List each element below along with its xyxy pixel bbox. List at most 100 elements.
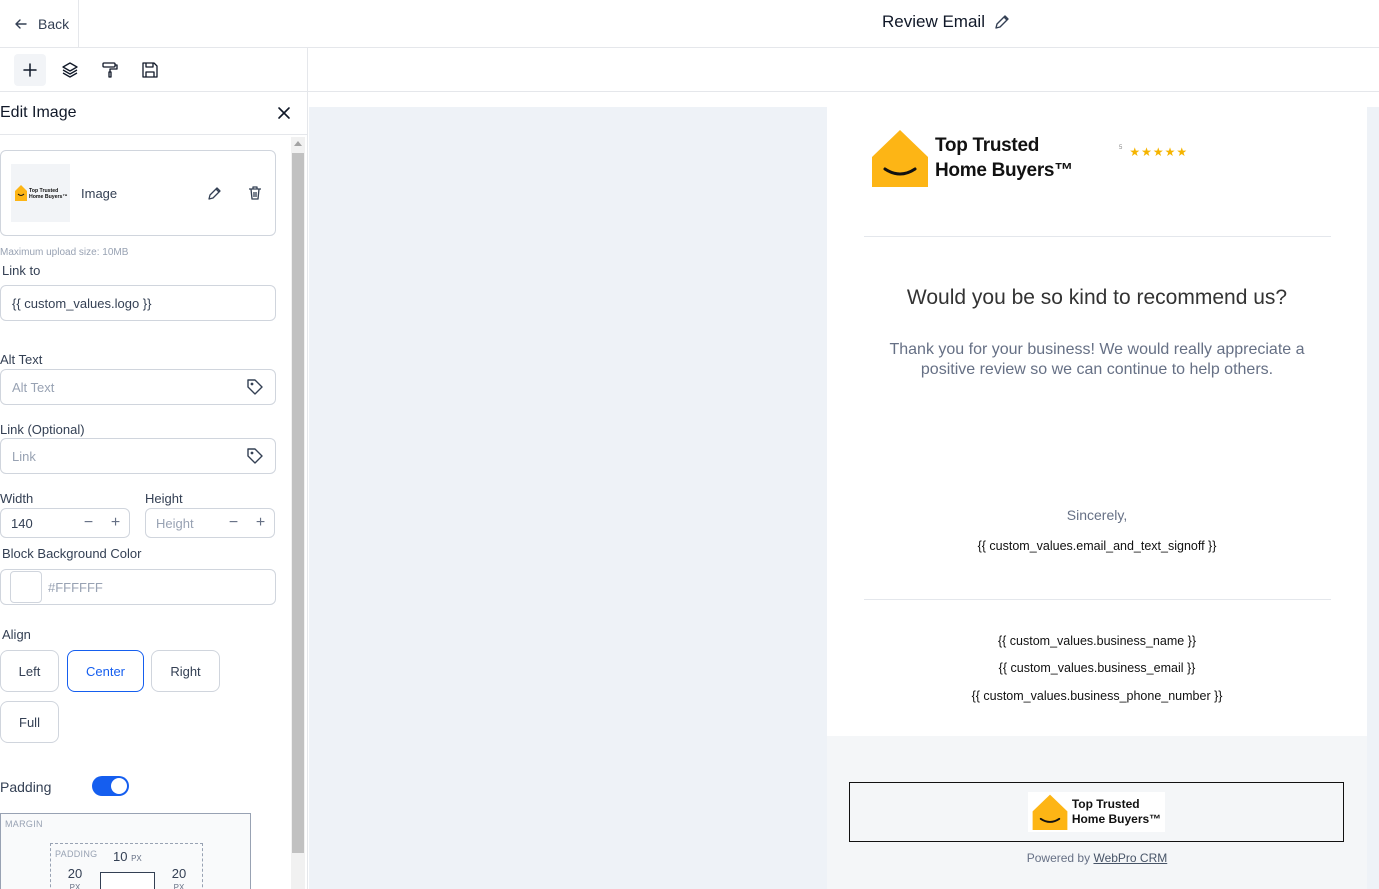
color-swatch[interactable] [10, 571, 42, 603]
link-to-field[interactable]: {{ custom_values.logo }} [0, 285, 276, 321]
alt-text-field[interactable]: Alt Text [0, 369, 276, 405]
house-logo-icon [1032, 794, 1068, 830]
align-left-button[interactable]: Left [0, 650, 59, 692]
add-block-button[interactable] [14, 54, 46, 86]
link-to-label: Link to [2, 263, 41, 278]
editor-tools [0, 48, 308, 92]
footer-logo: Top Trusted Home Buyers™ [1027, 792, 1166, 832]
paint-roller-icon [102, 62, 118, 78]
padding-toggle[interactable] [92, 776, 129, 796]
arrow-left-icon [15, 19, 27, 29]
email-heading[interactable]: Would you be so kind to recommend us? [827, 286, 1367, 310]
width-decrement-button[interactable]: − [75, 514, 102, 532]
stars-count: 5 [1119, 145, 1124, 151]
footer-logo-text: Top Trusted Home Buyers™ [1071, 797, 1162, 826]
canvas-background [309, 107, 827, 889]
powered-by: Powered by WebPro CRM [827, 851, 1367, 865]
link-to-value: {{ custom_values.logo }} [12, 295, 152, 311]
image-card: Top Trusted Home Buyers™ Image [0, 150, 276, 236]
save-icon [142, 62, 158, 78]
panel-scrollbar[interactable] [291, 137, 305, 889]
scroll-up-arrow[interactable] [294, 141, 302, 146]
back-button[interactable]: Back [0, 0, 79, 48]
selected-image-block[interactable]: Top Trusted Home Buyers™ [849, 782, 1344, 842]
powered-link[interactable]: WebPro CRM [1093, 851, 1167, 865]
upload-hint: Maximum upload size: 10MB [0, 247, 129, 258]
top-bar: Back Review Email [0, 0, 1379, 48]
alt-text-label: Alt Text [0, 352, 43, 367]
powered-prefix: Powered by [1026, 851, 1091, 865]
content-box [100, 872, 155, 889]
logo-text: Top Trusted Home Buyers™ [935, 135, 1073, 181]
alt-text-placeholder: Alt Text [12, 379, 55, 395]
scrollbar-thumb[interactable] [292, 153, 304, 853]
house-logo-icon [872, 130, 928, 187]
delete-image-button[interactable] [235, 185, 275, 201]
page-title: Review Email [882, 12, 985, 31]
bg-color-label: Block Background Color [2, 546, 142, 561]
height-label: Height [145, 491, 183, 506]
signoff-text[interactable]: {{ custom_values.email_and_text_signoff … [827, 539, 1367, 553]
width-label: Width [0, 491, 34, 506]
trash-icon [249, 186, 261, 200]
tag-icon[interactable] [246, 447, 264, 465]
padding-label: Padding [0, 779, 52, 795]
close-icon[interactable] [277, 106, 291, 120]
email-canvas: Top Trusted Home Buyers™ 5 ★★★★★ Would yo… [309, 93, 1379, 889]
height-stepper[interactable]: Height − + [145, 508, 275, 538]
link-field[interactable]: Link [0, 438, 276, 474]
plus-icon [23, 63, 37, 77]
sincerely-text[interactable]: Sincerely, [827, 507, 1367, 523]
align-label: Align [2, 627, 31, 642]
width-increment-button[interactable]: + [102, 514, 129, 532]
padding-box: PADDING 10 PX 20 PX 20 PX [50, 843, 203, 889]
image-thumbnail: Top Trusted Home Buyers™ [11, 164, 70, 222]
divider [864, 599, 1331, 600]
email-logo[interactable]: Top Trusted Home Buyers™ [871, 129, 1073, 187]
padding-left-value[interactable]: 20 PX [67, 867, 83, 889]
link-optional-label: Link (Optional) [0, 422, 85, 437]
image-card-label: Image [81, 185, 118, 201]
panel-title: Edit Image [0, 104, 77, 121]
save-button[interactable] [134, 54, 166, 86]
email-footer: Top Trusted Home Buyers™ Powered by WebP… [827, 736, 1367, 889]
align-full-button[interactable]: Full [0, 701, 59, 743]
height-decrement-button[interactable]: − [220, 514, 247, 532]
layers-icon [62, 62, 78, 78]
height-increment-button[interactable]: + [247, 514, 274, 532]
align-center-button[interactable]: Center [67, 650, 144, 692]
bg-color-field[interactable]: #FFFFFF [0, 569, 276, 605]
back-label: Back [38, 16, 70, 32]
layers-button[interactable] [54, 54, 86, 86]
canvas-gutter [1367, 107, 1379, 889]
link-placeholder: Link [12, 448, 36, 464]
padding-caption: PADDING [55, 849, 98, 859]
panel-header: Edit Image [0, 92, 307, 135]
logo-thumbnail: Top Trusted Home Buyers™ [14, 185, 68, 201]
styles-button[interactable] [94, 54, 126, 86]
page-title-group: Review Email [882, 12, 1011, 32]
pencil-icon [208, 187, 221, 200]
align-right-button[interactable]: Right [151, 650, 220, 692]
edit-image-panel: Edit Image Top Trusted Home Buyers™ Imag… [0, 92, 308, 889]
business-phone-text[interactable]: {{ custom_values.business_phone_number }… [827, 689, 1367, 703]
star-rating: 5 ★★★★★ [1119, 145, 1188, 159]
width-stepper[interactable]: 140 − + [0, 508, 130, 538]
padding-top-value[interactable]: 10 PX [113, 849, 142, 864]
width-value: 140 [11, 515, 33, 531]
stars: ★★★★★ [1129, 145, 1189, 159]
business-name-text[interactable]: {{ custom_values.business_name }} [827, 634, 1367, 648]
margin-caption: MARGIN [5, 819, 43, 829]
email-body-text[interactable]: Thank you for your business! We would re… [882, 340, 1312, 380]
tool-row [0, 48, 1379, 92]
divider [864, 236, 1331, 237]
pencil-icon[interactable] [993, 13, 1011, 31]
bg-color-value: #FFFFFF [48, 579, 103, 595]
padding-right-value[interactable]: 20 PX [171, 867, 187, 889]
svg-text:Home Buyers™: Home Buyers™ [29, 194, 68, 200]
business-email-text[interactable]: {{ custom_values.business_email }} [827, 661, 1367, 675]
tag-icon[interactable] [246, 378, 264, 396]
edit-image-button[interactable] [195, 185, 235, 201]
margin-box: MARGIN PADDING 10 PX 20 PX 20 PX [0, 813, 251, 889]
height-placeholder: Height [156, 515, 194, 531]
